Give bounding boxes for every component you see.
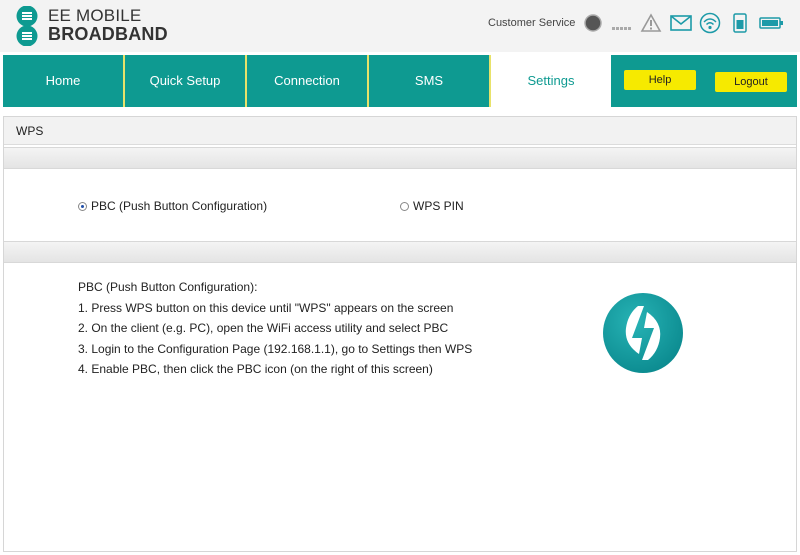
tab-settings[interactable]: Settings — [491, 55, 611, 107]
pbc-wps-icon[interactable] — [602, 292, 684, 374]
mail-icon — [670, 15, 692, 31]
radio-checked-icon — [78, 201, 87, 211]
wps-panel: WPS PBC (Push Button Configuration) WPS … — [3, 116, 797, 552]
radio-pbc[interactable]: PBC (Push Button Configuration) — [78, 199, 267, 213]
radio-unchecked-icon — [400, 201, 409, 211]
radio-wps-pin-label: WPS PIN — [413, 199, 464, 213]
brand-name: EE MOBILE BROADBAND — [48, 6, 168, 44]
page-title: WPS — [4, 117, 796, 145]
help-button[interactable]: Help — [624, 70, 696, 90]
ee-logo — [16, 6, 38, 46]
battery-icon — [759, 17, 783, 29]
header: EE MOBILE BROADBAND Customer Service — [0, 0, 800, 52]
instruction-step: 2. On the client (e.g. PC), open the WiF… — [78, 321, 449, 335]
warning-icon — [640, 13, 662, 32]
logout-button[interactable]: Logout — [715, 72, 787, 92]
section-divider — [4, 241, 796, 263]
customer-service-link[interactable]: Customer Service — [488, 17, 575, 29]
status-indicator-icon — [584, 14, 602, 32]
radio-pbc-label: PBC (Push Button Configuration) — [91, 199, 268, 213]
pbc-instructions: PBC (Push Button Configuration): 1. Pres… — [78, 277, 472, 380]
wifi-icon — [699, 12, 721, 34]
instruction-step: 4. Enable PBC, then click the PBC icon (… — [78, 362, 433, 376]
instruction-step: 1. Press WPS button on this device until… — [78, 300, 454, 315]
section-divider — [4, 147, 796, 169]
brand-line-2: BROADBAND — [48, 24, 168, 44]
tab-quick-setup[interactable]: Quick Setup — [125, 55, 247, 107]
tab-connection[interactable]: Connection — [247, 55, 369, 107]
radio-wps-pin[interactable]: WPS PIN — [400, 199, 464, 213]
instruction-step: 3. Login to the Configuration Page (192.… — [78, 341, 473, 356]
tab-sms[interactable]: SMS — [369, 55, 491, 107]
sim-icon — [733, 13, 747, 33]
main-nav: Home Quick Setup Connection SMS Settings… — [3, 55, 797, 107]
brand-line-1: EE MOBILE — [48, 6, 142, 25]
signal-strength-icon — [612, 27, 631, 30]
tab-home[interactable]: Home — [3, 55, 125, 107]
instructions-heading: PBC (Push Button Configuration): — [78, 280, 258, 294]
